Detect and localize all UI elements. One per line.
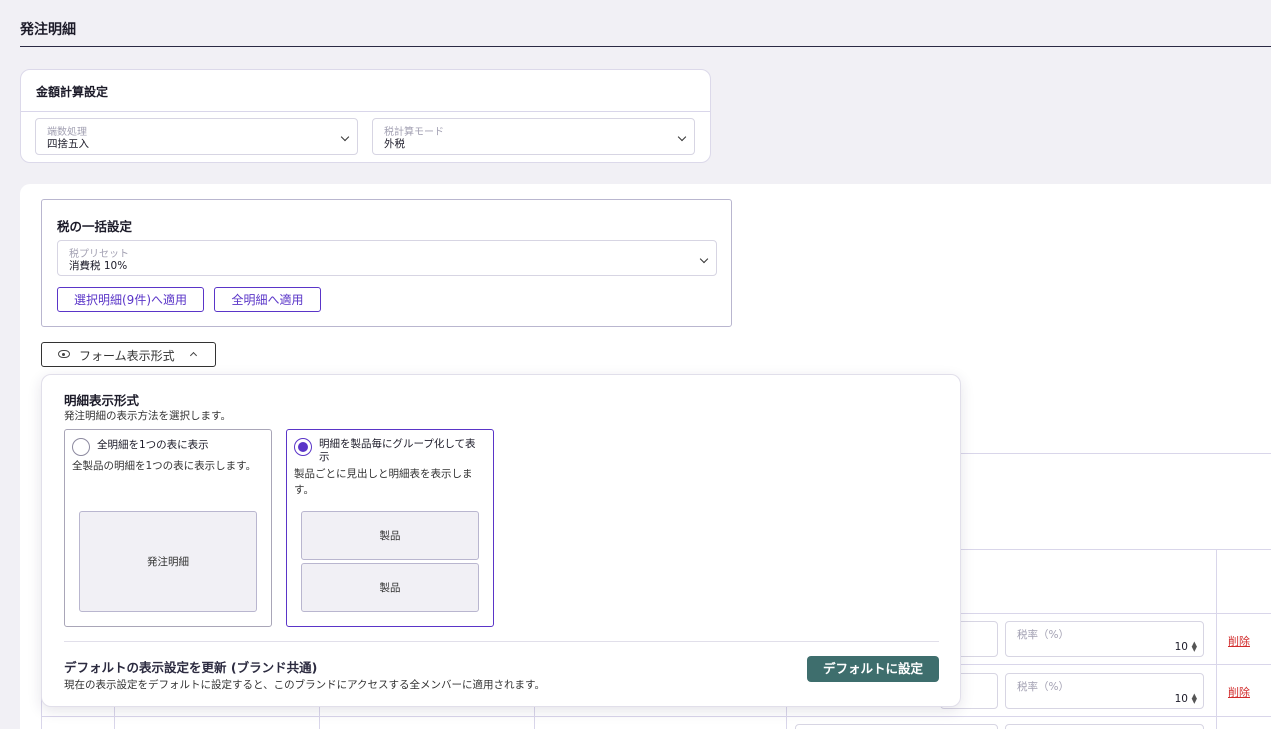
amount-calc-settings-title: 金額計算設定	[21, 70, 710, 112]
tax-rate-value: 10	[1174, 693, 1188, 705]
chevron-down-icon	[677, 132, 687, 142]
grouped-preview-product: 製品	[301, 563, 479, 612]
tax-rate-input[interactable]: 税率（%） 10 ▲ ▼	[1005, 621, 1204, 657]
tax-mode-select[interactable]: 税計算モード 外税	[372, 118, 695, 155]
single-table-radio[interactable]	[72, 438, 90, 456]
table-column-divider	[786, 705, 787, 729]
tax-bulk-settings: 税の一括設定 税プリセット 消費税 10% 選択明細(9件)へ適用 全明細へ適用	[41, 199, 732, 327]
tax-rate-label: 税率（%）	[1017, 629, 1069, 641]
table-row-divider	[41, 716, 1271, 717]
display-format-title: 明細表示形式	[64, 393, 140, 408]
table-column-divider	[534, 705, 535, 729]
chevron-up-icon	[189, 351, 198, 360]
grouped-table-option-label: 明細を製品毎にグループ化して表示	[319, 438, 476, 463]
grouped-preview-product: 製品	[301, 511, 479, 560]
grouped-table-option[interactable]: 明細を製品毎にグループ化して表示 製品ごとに見出しと明細表を表示します。 製品 …	[286, 429, 494, 627]
apply-all-button[interactable]: 全明細へ適用	[214, 287, 321, 312]
table-column-divider	[114, 705, 115, 729]
amount-calc-settings-card: 金額計算設定 端数処理 四捨五入 税計算モード 外税	[20, 69, 711, 163]
tax-mode-select-value: 外税	[384, 138, 405, 150]
rounding-select-value: 四捨五入	[47, 138, 89, 150]
tax-rate-value: 10	[1174, 641, 1188, 653]
stepper-icon[interactable]: ▲ ▼	[1192, 641, 1197, 653]
default-settings-description: 現在の表示設定をデフォルトに設定すると、このブランドにアクセスする全メンバーに適…	[64, 679, 546, 691]
default-settings-title: デフォルトの表示設定を更新 (ブランド共通)	[64, 660, 318, 675]
apply-selected-button[interactable]: 選択明細(9件)へ適用	[57, 287, 204, 312]
page-title: 発注明細	[20, 22, 76, 38]
tax-rate-input[interactable]	[1005, 724, 1204, 729]
set-default-button[interactable]: デフォルトに設定	[807, 656, 939, 682]
form-display-toggle-button[interactable]: フォーム表示形式	[41, 342, 216, 367]
single-table-option[interactable]: 全明細を1つの表に表示 全製品の明細を1つの表に表示します。 発注明細	[64, 429, 272, 627]
tax-rate-label: 税率（%）	[1017, 681, 1069, 693]
table-column-divider	[1216, 549, 1217, 729]
eye-icon	[58, 350, 70, 358]
grouped-table-option-description: 製品ごとに見出しと明細表を表示します。	[294, 468, 473, 496]
popover-divider	[64, 641, 939, 642]
tax-preset-select-value: 消費税 10%	[69, 260, 128, 272]
tax-preset-select[interactable]: 税プリセット 消費税 10%	[57, 240, 717, 276]
single-table-option-label: 全明細を1つの表に表示	[97, 439, 209, 451]
display-format-popover: 明細表示形式 発注明細の表示方法を選択します。 全明細を1つの表に表示 全製品の…	[41, 374, 961, 707]
chevron-down-icon	[340, 132, 350, 142]
table-section-divider	[960, 453, 1271, 454]
delete-row-link[interactable]: 削除	[1228, 684, 1250, 700]
stepper-icon[interactable]: ▲ ▼	[1192, 693, 1197, 705]
single-table-option-description: 全製品の明細を1つの表に表示します。	[72, 460, 257, 472]
chevron-down-icon	[699, 254, 709, 264]
single-table-preview: 発注明細	[79, 511, 257, 612]
tax-rate-input[interactable]: 税率（%） 10 ▲ ▼	[1005, 673, 1204, 709]
tax-bulk-settings-title: 税の一括設定	[57, 219, 133, 234]
form-display-toggle-label: フォーム表示形式	[79, 349, 175, 363]
table-column-divider	[319, 705, 320, 729]
rounding-select[interactable]: 端数処理 四捨五入	[35, 118, 358, 155]
display-format-subtitle: 発注明細の表示方法を選択します。	[64, 410, 231, 422]
delete-row-link[interactable]: 削除	[1228, 633, 1250, 649]
table-cell-input[interactable]	[795, 724, 998, 729]
title-divider	[20, 46, 1271, 47]
grouped-table-radio[interactable]	[294, 438, 312, 456]
